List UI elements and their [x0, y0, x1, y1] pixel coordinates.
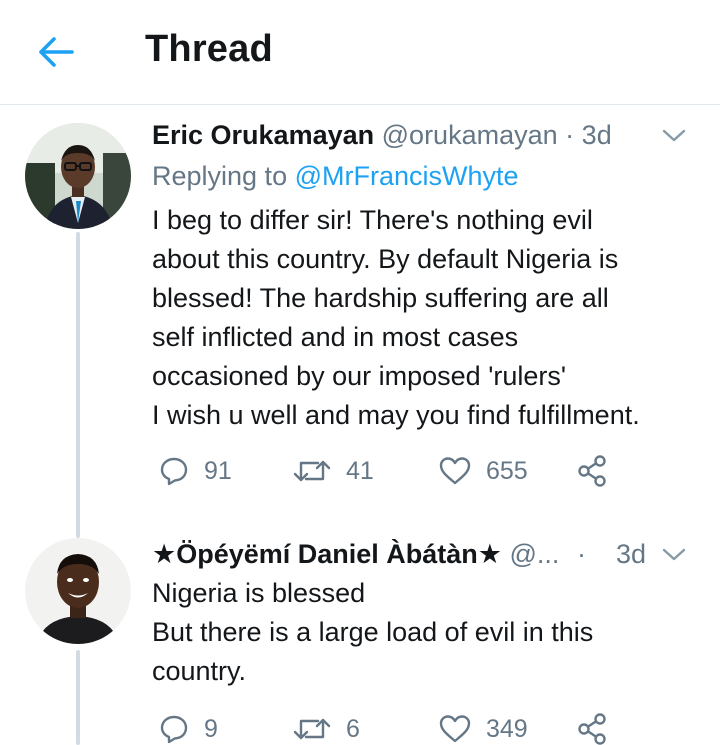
handle[interactable]: @orukamayan — [382, 120, 558, 150]
retweet-button[interactable]: 41 — [292, 451, 374, 491]
page-title: Thread — [145, 28, 273, 70]
chevron-down-icon[interactable] — [660, 126, 688, 146]
tweet-text-line: I beg to differ sir! There's nothing evi… — [152, 205, 593, 235]
tweet-text-line: blessed! The hardship suffering are all — [152, 283, 609, 313]
tweet[interactable]: Eric Orukamayan @orukamayan · 3d Replyin… — [0, 105, 720, 531]
reply-button[interactable]: 9 — [158, 709, 218, 745]
timestamp[interactable]: 3d — [616, 535, 646, 573]
reply-icon — [160, 715, 188, 744]
separator-dot: · — [577, 539, 586, 569]
arrow-left-icon — [39, 37, 74, 67]
reply-count: 91 — [204, 456, 232, 485]
retweet-icon — [293, 718, 331, 740]
display-name[interactable]: ★Öpéyëmí Daniel Àbátàn★ — [152, 539, 502, 569]
like-button[interactable]: 349 — [438, 709, 528, 745]
tweet-header: ★Öpéyëmí Daniel Àbátàn★ @... · 3d — [152, 535, 692, 573]
share-icon — [578, 713, 606, 745]
share-icon — [578, 455, 606, 487]
like-count: 349 — [486, 714, 528, 743]
replying-prefix: Replying to — [152, 161, 288, 191]
like-count: 655 — [486, 456, 528, 485]
tweet-text-line: occasioned by our imposed 'rulers' — [152, 361, 567, 391]
tweet-text-line: country. — [152, 656, 247, 686]
tweet-text-line: But there is a large load of evil in thi… — [152, 617, 594, 647]
mention-link[interactable]: @MrFrancisWhyte — [295, 161, 519, 191]
avatar-image — [25, 123, 131, 229]
tweet-text-line: Nigeria is blessed — [152, 578, 366, 608]
retweet-button[interactable]: 6 — [292, 709, 360, 745]
tweet-header: Eric Orukamayan @orukamayan · 3d — [152, 116, 692, 154]
app-header: Thread — [0, 0, 720, 105]
tweet-actions: 91 41 655 — [152, 451, 622, 491]
share-button[interactable] — [576, 709, 608, 745]
heart-icon — [439, 715, 471, 743]
reply-icon — [160, 457, 188, 486]
replying-to: Replying to @MrFrancisWhyte — [152, 157, 519, 195]
reply-count: 9 — [204, 714, 218, 743]
reply-button[interactable]: 91 — [158, 451, 232, 491]
handle[interactable]: @... — [510, 539, 560, 569]
tweet-actions: 9 6 349 — [152, 709, 622, 745]
tweet-text-line: self inflicted and in most cases — [152, 322, 519, 352]
tweet-text-line: about this country. By default Nigeria i… — [152, 244, 619, 274]
retweet-count: 6 — [346, 714, 360, 743]
heart-icon — [439, 457, 471, 485]
display-name[interactable]: Eric Orukamayan — [152, 120, 374, 150]
tweet[interactable]: ★Öpéyëmí Daniel Àbátàn★ @... · 3d Nigeri… — [0, 531, 720, 745]
avatar-image — [25, 538, 131, 644]
back-button[interactable] — [36, 34, 76, 70]
avatar[interactable] — [25, 538, 131, 644]
avatar[interactable] — [25, 123, 131, 229]
separator-dot: · — [565, 120, 575, 150]
tweet-text-line: I wish u well and may you find fulfillme… — [152, 400, 640, 430]
timestamp[interactable]: 3d — [582, 120, 612, 150]
chevron-down-icon[interactable] — [660, 545, 688, 565]
like-button[interactable]: 655 — [438, 451, 528, 491]
tweet-text: I beg to differ sir! There's nothing evi… — [152, 201, 712, 435]
retweet-icon — [293, 460, 331, 482]
retweet-count: 41 — [346, 456, 374, 485]
tweet-text: Nigeria is blessed But there is a large … — [152, 574, 712, 691]
share-button[interactable] — [576, 451, 608, 491]
